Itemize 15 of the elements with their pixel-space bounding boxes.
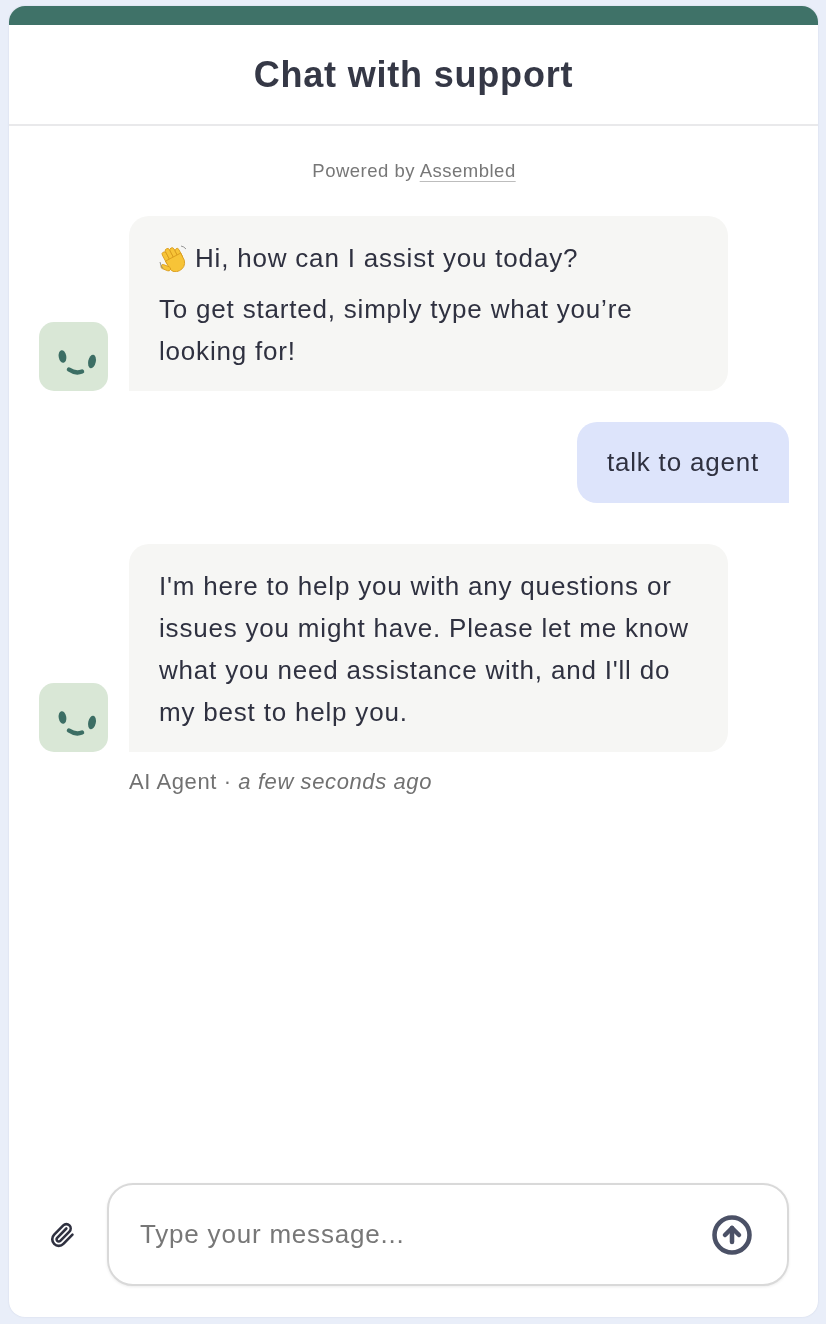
chat-title: Chat with support — [253, 53, 574, 96]
waving-hand-icon — [159, 244, 187, 272]
message-text: Hi, how can I assist you today? — [195, 242, 579, 275]
assembled-link[interactable]: Assembled — [419, 160, 516, 181]
message-text: I'm here to help you with any questions or issues you might have. Please let me know what you need assistance with, and I'll do my best to help you. — [159, 570, 690, 729]
powered-by-text: Powered by Assembled — [312, 161, 516, 181]
message-text: talk to agent — [606, 446, 759, 479]
paperclip-icon — [49, 1221, 75, 1248]
bot-face-avatar-icon — [39, 322, 108, 391]
send-button[interactable] — [711, 1213, 753, 1256]
bot-face-avatar-icon — [39, 683, 108, 752]
message-input[interactable]: Type your message... — [107, 1183, 789, 1286]
attach-button[interactable] — [49, 1221, 75, 1248]
message-text: To get started, simply type what you’re looking for! — [159, 293, 634, 368]
message-meta: AI Agent · a few seconds ago — [129, 769, 433, 795]
